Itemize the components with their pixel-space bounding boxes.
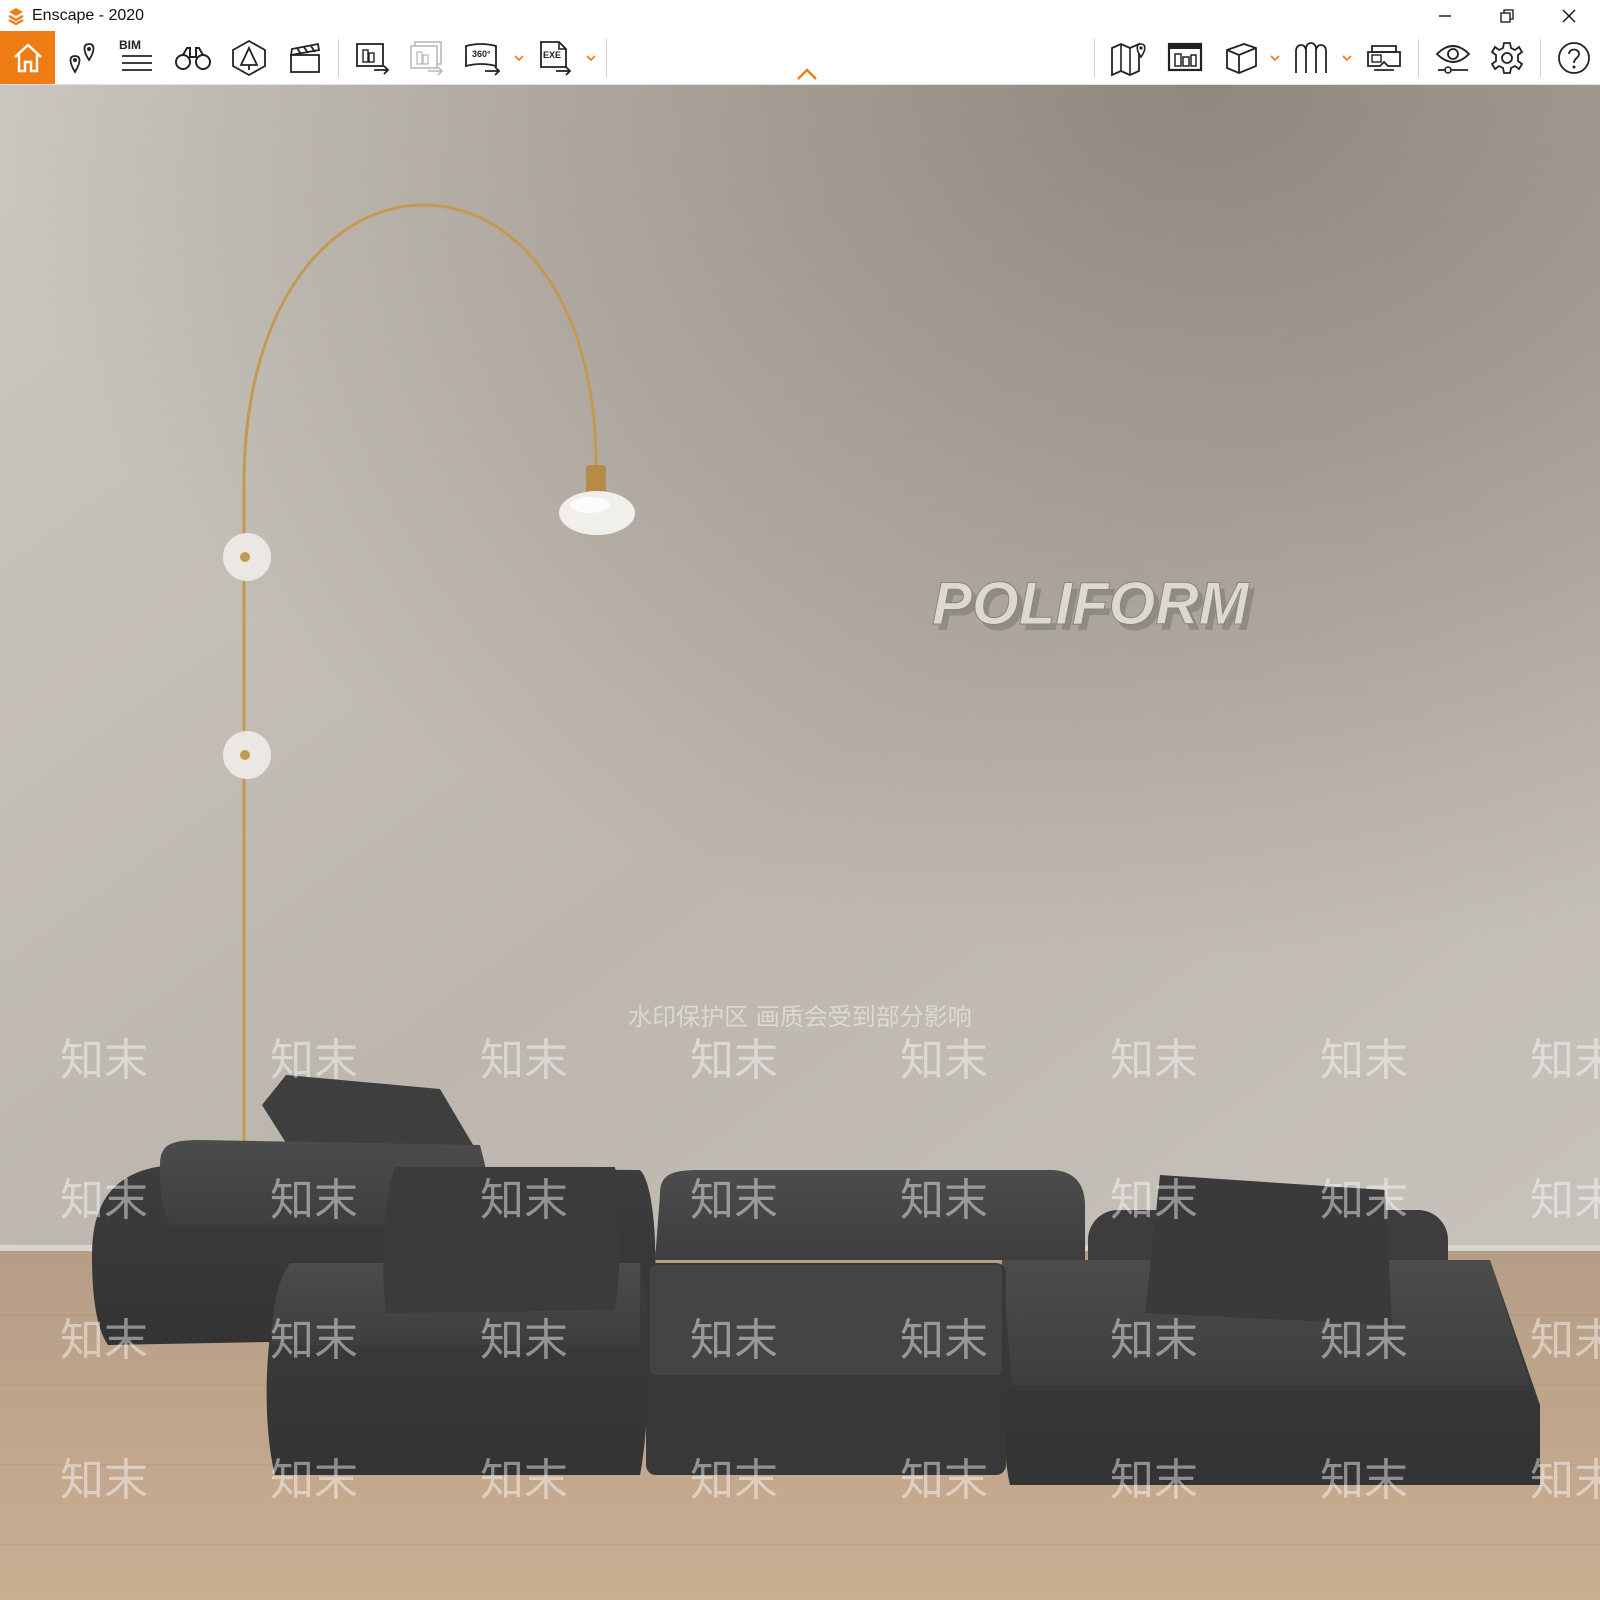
restore-button[interactable] [1476,0,1538,31]
watermark-banner: 水印保护区 画质会受到部分影响 [628,1003,972,1031]
svg-text:知末: 知末 [1320,1035,1408,1086]
batch-render-icon [410,40,444,76]
chevron-down-icon [586,54,596,61]
export-exe-button[interactable]: EXE [532,31,578,84]
svg-text:知末: 知末 [480,1175,568,1226]
svg-text:知末: 知末 [1530,1035,1600,1086]
settings-gear-icon [1490,41,1524,74]
svg-text:知末: 知末 [690,1175,778,1226]
svg-text:知末: 知末 [1530,1315,1600,1366]
svg-text:知末: 知末 [60,1175,148,1226]
render-viewport[interactable]: POLIFORM POLIFORM 水印保护区 画质会受到部分影响 知末 知末 … [0,85,1600,1600]
minimize-icon [1439,14,1451,17]
main-toolbar: BIM 360° EXE [0,31,1600,85]
vr-headset-button[interactable] [1360,31,1408,84]
svg-text:知末: 知末 [1320,1315,1408,1366]
panorama-dropdown[interactable] [512,31,526,84]
svg-text:知末: 知末 [270,1455,358,1506]
wall-sign: POLIFORM [932,570,1251,637]
export-dropdown[interactable] [584,31,598,84]
screenshot-button[interactable] [350,31,396,84]
svg-text:知末: 知末 [690,1455,778,1506]
svg-text:知末: 知末 [690,1315,778,1366]
help-icon [1558,41,1590,74]
panorama-label: 360° [472,49,491,59]
toolbar-separator [338,39,339,77]
svg-text:知末: 知末 [900,1315,988,1366]
atmosphere-button[interactable] [226,31,272,84]
binoculars-icon [175,46,211,70]
video-editor-button[interactable] [282,31,328,84]
svg-text:知末: 知末 [1110,1035,1198,1086]
clapper-icon [289,42,321,73]
chevron-down-icon [1270,54,1280,61]
toolbar-separator [1540,39,1541,77]
svg-text:知末: 知末 [480,1035,568,1086]
cube-icon [1226,42,1257,74]
svg-text:知末: 知末 [60,1315,148,1366]
restore-icon [1500,8,1514,23]
vr-headset-icon [1367,44,1401,71]
bim-icon [122,54,152,71]
toolbar-separator [606,39,607,77]
svg-text:知末: 知末 [480,1455,568,1506]
visual-settings-icon [1435,44,1471,74]
walk-fly-button[interactable] [170,31,216,84]
svg-text:知末: 知末 [1110,1315,1198,1366]
title-bar: Enscape - 2020 [0,0,1600,31]
svg-text:知末: 知末 [900,1175,988,1226]
svg-text:知末: 知末 [270,1315,358,1366]
home-icon [13,42,42,72]
svg-text:知末: 知末 [60,1455,148,1506]
window-title: Enscape - 2020 [32,6,145,24]
object-button[interactable] [1218,31,1264,84]
svg-text:知末: 知末 [270,1175,358,1226]
svg-text:知末: 知末 [900,1455,988,1506]
svg-text:知末: 知末 [60,1035,148,1086]
bim-button[interactable]: BIM [114,31,160,84]
location-pins-icon [69,42,95,74]
atmosphere-icon [232,39,266,76]
scene-render: POLIFORM POLIFORM 水印保护区 画质会受到部分影响 知末 知末 … [0,85,1600,1600]
close-icon [1562,9,1576,22]
asset-library-icon [1167,42,1203,71]
batch-render-button[interactable] [404,31,450,84]
panorama-button[interactable]: 360° [460,31,506,84]
asset-library-button[interactable] [1162,31,1208,84]
svg-text:知末: 知末 [1530,1175,1600,1226]
chevron-down-icon [514,54,524,61]
material-dropdown[interactable] [1340,31,1354,84]
exe-label: EXE [543,50,562,60]
help-button[interactable] [1552,31,1596,84]
minimize-button[interactable] [1414,0,1476,31]
home-button[interactable] [0,31,55,84]
close-button[interactable] [1538,0,1600,31]
object-dropdown[interactable] [1268,31,1282,84]
svg-text:知末: 知末 [480,1315,568,1366]
svg-text:知末: 知末 [1110,1455,1198,1506]
collapse-toolbar-icon[interactable] [796,67,818,81]
map-icon [1111,42,1146,76]
material-icon [1295,41,1327,73]
chevron-down-icon [1342,54,1352,61]
svg-text:知末: 知末 [1320,1455,1408,1506]
bim-label: BIM [119,37,141,52]
render-screenshot-icon [356,42,390,75]
svg-text:知末: 知末 [1530,1455,1600,1506]
settings-button[interactable] [1484,31,1530,84]
visual-settings-button[interactable] [1430,31,1476,84]
material-button[interactable] [1288,31,1334,84]
svg-text:知末: 知末 [690,1035,778,1086]
map-button[interactable] [1106,31,1152,84]
svg-text:知末: 知末 [900,1035,988,1086]
svg-text:知末: 知末 [270,1035,358,1086]
svg-text:知末: 知末 [1320,1175,1408,1226]
svg-text:知末: 知末 [1110,1175,1198,1226]
enscape-logo-icon [8,7,24,25]
views-button[interactable] [62,31,104,84]
toolbar-separator [1094,39,1095,77]
toolbar-separator [1418,39,1419,77]
